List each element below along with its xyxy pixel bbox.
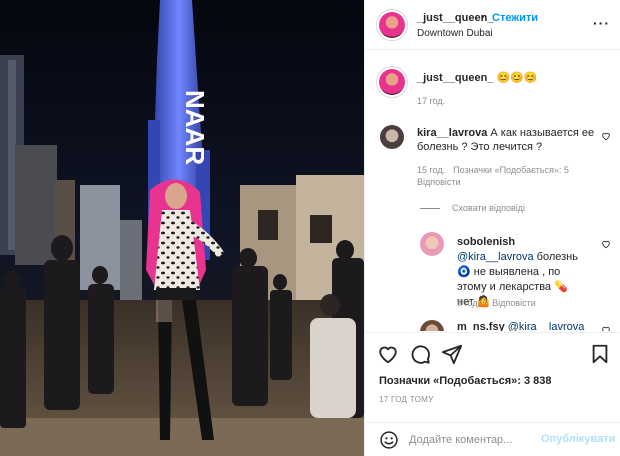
post-sidebar: _just__queen_ • Стежити Downtown Dubai ·… (364, 0, 620, 456)
heart-icon[interactable] (377, 343, 399, 365)
caption-text: 😊😊😊 (496, 72, 538, 84)
tower-lettering: NAAR (180, 90, 210, 165)
reply-username[interactable]: m_ns.fsy (457, 321, 505, 331)
add-comment-bar: Опублікувати (365, 422, 620, 456)
post-time[interactable]: 17 ГОД ТОМУ (379, 395, 434, 404)
comment-input[interactable] (409, 430, 539, 450)
post-header: _just__queen_ • Стежити Downtown Dubai ·… (365, 0, 620, 50)
comment-time[interactable]: 15 год. (417, 165, 445, 175)
post-comment-button[interactable]: Опублікувати (541, 433, 615, 445)
location-link[interactable]: Downtown Dubai (417, 28, 493, 39)
reply-button[interactable]: Відповісти (492, 298, 536, 308)
post-actions: Позначки «Подобається»: 3 838 17 ГОД ТОМ… (365, 332, 620, 422)
comment-icon[interactable] (409, 343, 431, 365)
separator-dot: • (481, 12, 485, 23)
comment: kira__lavrova А как называется ее болезн… (417, 126, 597, 154)
avatar[interactable] (380, 125, 404, 149)
caption-time[interactable]: 17 год. (417, 96, 445, 106)
hide-replies-label: Сховати відповіді (452, 203, 525, 213)
avatar[interactable] (420, 320, 444, 331)
like-reply-icon[interactable] (601, 239, 611, 249)
emoji-icon[interactable] (379, 430, 399, 450)
hide-replies-button[interactable]: Сховати відповіді (420, 203, 525, 213)
like-comment-icon[interactable] (601, 131, 611, 141)
divider (420, 207, 440, 209)
post-photo[interactable]: NAAR (0, 0, 364, 456)
comment-likes[interactable]: Позначки «Подобається»: 5 (453, 165, 569, 175)
caption-username[interactable]: _just__queen_ (417, 72, 493, 84)
reply: m_ns.fsy @kira__lavrova (457, 321, 584, 331)
reply-time[interactable]: 9 год. (457, 298, 480, 308)
bookmark-icon[interactable] (589, 343, 611, 365)
reply-button[interactable]: Відповісти (417, 177, 461, 187)
avatar[interactable] (379, 12, 405, 38)
reply-meta: 9 год. Відповісти (457, 298, 548, 308)
avatar[interactable] (379, 69, 405, 95)
follow-button[interactable]: Стежити (492, 12, 538, 24)
likes-count[interactable]: Позначки «Подобається»: 3 838 (379, 375, 551, 387)
share-icon[interactable] (441, 343, 463, 365)
avatar[interactable] (420, 232, 444, 256)
comment-username[interactable]: kira__lavrova (417, 127, 487, 139)
comments-list[interactable]: _just__queen_ 😊😊😊 17 год. kira__lavrova … (365, 51, 620, 331)
more-options-icon[interactable]: ··· (593, 16, 610, 30)
instagram-post-modal: NAAR _just__queen_ • Стежити Downtown Du… (0, 0, 620, 456)
mention-link[interactable]: @kira__lavrova (457, 251, 534, 263)
caption: _just__queen_ 😊😊😊 (417, 71, 538, 84)
like-reply-icon[interactable] (601, 325, 611, 331)
photo-illustration: NAAR (0, 0, 364, 456)
mention-link[interactable]: @kira__lavrova (508, 321, 585, 331)
comment-meta: 15 год. Позначки «Подобається»: 5 Відпові… (417, 164, 607, 188)
reply-username[interactable]: sobolenish (457, 236, 515, 248)
